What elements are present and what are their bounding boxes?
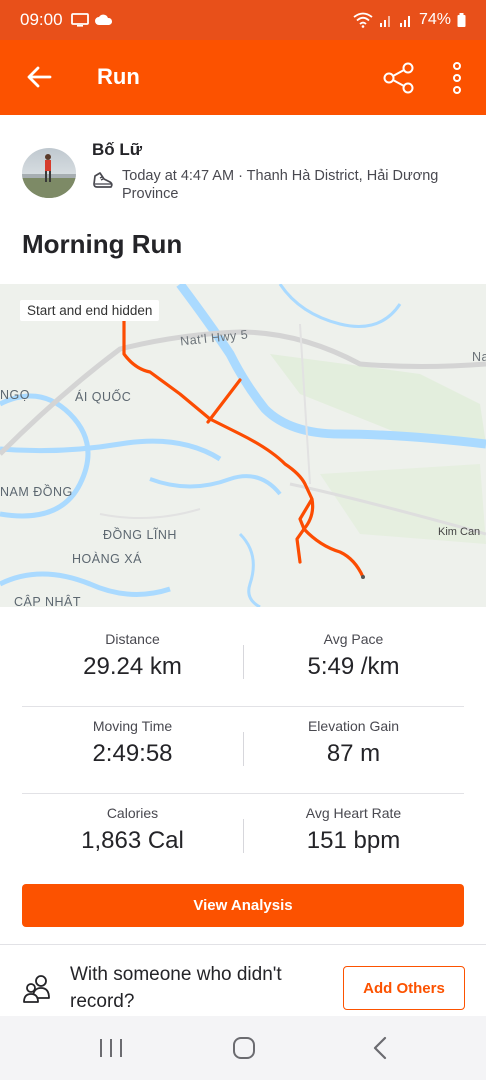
stat-label: Moving Time [92,718,173,734]
stat-value: 87 m [326,740,381,767]
app-bar: Run [0,40,486,115]
system-nav-bar [0,1016,486,1080]
stat-label: Calories [106,805,159,821]
signal-icon-2 [399,16,410,27]
activity-title: Morning Run [22,229,183,259]
cloud-icon [94,14,112,25]
road-label-edge: Na [472,350,486,364]
back-arrow-icon[interactable] [24,62,54,92]
route-map[interactable]: Start and end hidden Nat'l Hwy 5 Na NGỌ … [0,284,486,607]
nav-back-icon[interactable] [367,1034,397,1062]
status-time: 09:00 [20,10,63,29]
shoe-icon [93,172,113,188]
stats-row: Distance 29.24 km Avg Pace 5:49 /km [22,620,464,707]
stat-distance: Distance 29.24 km [22,620,243,681]
page-title: Run [97,64,140,89]
stat-avg-pace: Avg Pace 5:49 /km [243,620,464,681]
stat-label: Avg Heart Rate [305,805,402,821]
home-icon[interactable] [229,1034,259,1062]
place-label-dong-linh: ĐỒNG LĨNH [103,528,177,542]
stat-value: 151 bpm [306,827,401,854]
avatar-photo [22,154,76,198]
athlete-name[interactable]: Bố Lữ [92,140,142,160]
stat-value: 5:49 /km [307,653,400,680]
stat-value: 2:49:58 [92,740,173,767]
battery-icon [457,13,466,27]
stat-calories: Calories 1,863 Cal [22,794,243,855]
activity-meta: Today at 4:47 AM · Thanh Hà District, Hả… [122,168,439,202]
screen-cast-icon [70,13,89,27]
stat-label: Distance [105,631,160,647]
stat-moving-time: Moving Time 2:49:58 [22,707,243,768]
stat-label: Elevation Gain [307,718,400,734]
divider [0,944,486,945]
view-analysis-button[interactable]: View Analysis [22,884,464,927]
more-vert-icon[interactable] [448,60,466,96]
status-bar: 09:00 74% [0,0,486,40]
add-others-button[interactable]: Add Others [343,966,465,1010]
wifi-icon [353,12,373,28]
stat-elevation-gain: Elevation Gain 87 m [243,707,464,768]
stats-grid: Distance 29.24 km Avg Pace 5:49 /km Movi… [22,620,464,881]
place-label-kim-can: Kim Can [438,526,481,538]
group-people-icon [23,975,50,1003]
place-label-nam-dong: NAM ĐỒNG [0,485,73,499]
battery-percent: 74% [418,11,451,28]
group-activity-prompt: With someone who didn't record? [70,964,282,1012]
place-label-ai-quoc: ÁI QUỐC [75,390,132,404]
privacy-badge: Start and end hidden [20,300,160,321]
avatar[interactable] [22,148,76,198]
stats-row: Calories 1,863 Cal Avg Heart Rate 151 bp… [22,794,464,881]
share-icon[interactable] [382,61,416,95]
stat-avg-heart-rate: Avg Heart Rate 151 bpm [243,794,464,855]
place-label-ngo: NGỌ [0,388,30,402]
place-label-cap-nhat: CẬP NHẬT [14,595,81,607]
place-label-hoang-xa: HOÀNG XÁ [72,552,142,566]
stat-value: 29.24 km [83,653,182,680]
recent-apps-icon[interactable] [96,1034,126,1062]
signal-icon [379,16,390,27]
stat-value: 1,863 Cal [81,827,184,854]
stat-label: Avg Pace [323,631,384,647]
stats-row: Moving Time 2:49:58 Elevation Gain 87 m [22,707,464,794]
